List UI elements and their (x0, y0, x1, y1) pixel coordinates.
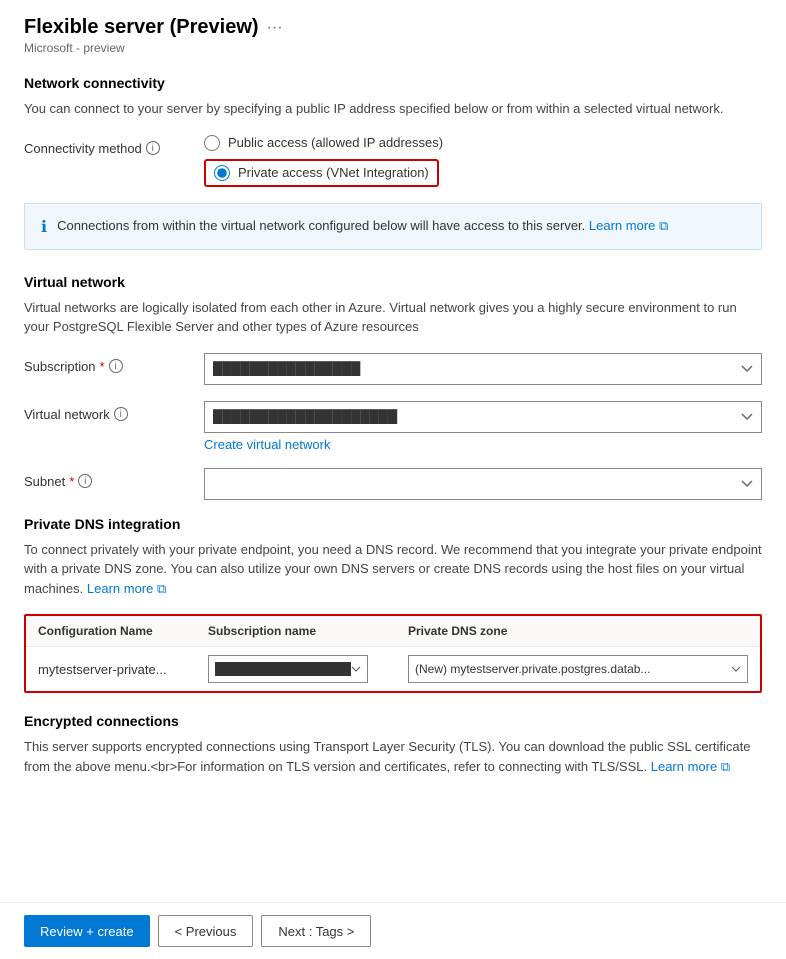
public-access-label: Public access (allowed IP addresses) (228, 135, 443, 150)
subscription-control: ████████████████ (204, 353, 762, 385)
subnet-dropdown[interactable] (204, 468, 762, 500)
private-dns-section: Private DNS integration To connect priva… (24, 516, 762, 694)
subnet-label: Subnet * i (24, 468, 204, 489)
subscription-row: Subscription * i ████████████████ (24, 353, 762, 385)
encrypted-connections-title: Encrypted connections (24, 713, 762, 729)
private-dns-learn-more-link[interactable]: Learn more ⧉ (87, 581, 166, 596)
subscription-required: * (100, 359, 105, 374)
virtual-network-label: Virtual network i (24, 401, 204, 422)
dns-table-row: mytestserver-private... ████████████████… (26, 647, 760, 691)
dns-table-header: Configuration Name Subscription name Pri… (26, 616, 760, 647)
connectivity-method-options: Public access (allowed IP addresses) Pri… (204, 135, 762, 187)
connectivity-method-label: Connectivity method i (24, 135, 204, 156)
connectivity-method-info-icon[interactable]: i (146, 141, 160, 155)
virtual-network-info-icon[interactable]: i (114, 407, 128, 421)
public-access-option[interactable]: Public access (allowed IP addresses) (204, 135, 762, 151)
dns-table: Configuration Name Subscription name Pri… (24, 614, 762, 693)
page-subtitle: Microsoft - preview (24, 41, 762, 55)
info-banner: ℹ Connections from within the virtual ne… (24, 203, 762, 250)
dns-col-header-name: Configuration Name (38, 624, 208, 638)
subnet-row: Subnet * i (24, 468, 762, 500)
review-create-button[interactable]: Review + create (24, 915, 150, 947)
network-connectivity-description: You can connect to your server by specif… (24, 99, 762, 119)
private-dns-description: To connect privately with your private e… (24, 540, 762, 599)
network-connectivity-title: Network connectivity (24, 75, 762, 91)
info-banner-learn-more-link[interactable]: Learn more ⧉ (589, 218, 668, 233)
next-button[interactable]: Next : Tags > (261, 915, 371, 947)
subscription-info-icon[interactable]: i (109, 359, 123, 373)
virtual-network-dropdown[interactable]: ████████████████████ (204, 401, 762, 433)
subscription-label: Subscription * i (24, 353, 204, 374)
virtual-network-control: ████████████████████ Create virtual netw… (204, 401, 762, 452)
encrypted-learn-more-link[interactable]: Learn more ⧉ (651, 759, 730, 774)
dns-config-name: mytestserver-private... (38, 662, 208, 677)
dns-subscription-dropdown[interactable]: ████████████████ (208, 655, 368, 683)
private-access-label: Private access (VNet Integration) (238, 165, 429, 180)
subnet-control (204, 468, 762, 500)
dns-col-header-zone: Private DNS zone (408, 624, 748, 638)
virtual-network-title: Virtual network (24, 274, 762, 290)
connectivity-method-row: Connectivity method i Public access (all… (24, 135, 762, 187)
info-banner-icon: ℹ (41, 217, 47, 237)
private-dns-title: Private DNS integration (24, 516, 762, 532)
private-access-option[interactable]: Private access (VNet Integration) (204, 159, 762, 187)
subnet-info-icon[interactable]: i (78, 474, 92, 488)
dns-col-header-sub: Subscription name (208, 624, 408, 638)
info-banner-text: Connections from within the virtual netw… (57, 216, 668, 236)
network-connectivity-section: Network connectivity You can connect to … (24, 75, 762, 250)
virtual-network-row: Virtual network i ████████████████████ C… (24, 401, 762, 452)
public-access-radio[interactable] (204, 135, 220, 151)
subscription-dropdown[interactable]: ████████████████ (204, 353, 762, 385)
private-access-radio[interactable] (214, 165, 230, 181)
dns-subscription-cell[interactable]: ████████████████ (208, 655, 408, 683)
virtual-network-section: Virtual network Virtual networks are log… (24, 274, 762, 500)
dns-zone-dropdown[interactable]: (New) mytestserver.private.postgres.data… (408, 655, 748, 683)
footer-bar: Review + create < Previous Next : Tags > (0, 902, 786, 959)
page-title: Flexible server (Preview) (24, 16, 259, 39)
previous-button[interactable]: < Previous (158, 915, 254, 947)
dns-zone-cell[interactable]: (New) mytestserver.private.postgres.data… (408, 655, 748, 683)
virtual-network-description: Virtual networks are logically isolated … (24, 298, 762, 337)
subnet-required: * (69, 474, 74, 489)
ellipsis-menu-icon[interactable]: ··· (267, 19, 283, 37)
encrypted-connections-description: This server supports encrypted connectio… (24, 737, 762, 776)
create-virtual-network-link[interactable]: Create virtual network (204, 437, 762, 452)
encrypted-connections-section: Encrypted connections This server suppor… (24, 713, 762, 776)
